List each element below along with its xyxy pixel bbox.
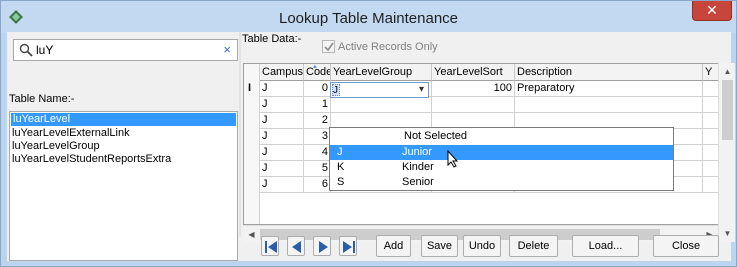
dropdown-option-junior[interactable]: J Junior xyxy=(330,145,673,160)
lookup-table-window: Lookup Table Maintenance ✕ luY × Table N… xyxy=(0,0,737,267)
table-list[interactable]: luYearLevel luYearLevelExternalLink luYe… xyxy=(9,111,238,261)
table-list-item[interactable]: luYearLevelExternalLink xyxy=(10,127,237,140)
option-key: J xyxy=(337,146,343,158)
option-label: Kinder xyxy=(402,161,434,173)
add-button[interactable]: Add xyxy=(376,235,411,257)
grid-cell[interactable]: J xyxy=(260,113,304,129)
yearlevelgroup-dropdown: Not Selected J Junior K Kinder S Senior xyxy=(329,127,674,191)
column-header-campus[interactable]: Campus xyxy=(260,64,304,81)
grid-cell[interactable]: J xyxy=(260,129,304,145)
active-records-checkbox[interactable] xyxy=(322,40,335,53)
active-records-label: Active Records Only xyxy=(338,41,438,53)
grid-cell[interactable]: 6 xyxy=(304,177,331,193)
load-button[interactable]: Load... xyxy=(572,235,639,257)
grid-cell[interactable]: J xyxy=(260,81,304,97)
option-key: K xyxy=(337,161,345,173)
previous-record-icon xyxy=(292,241,301,253)
client-area: luY × Table Name:- luYearLevel luYearLev… xyxy=(7,32,735,261)
combo-value: J xyxy=(332,84,340,96)
clear-search-icon[interactable]: × xyxy=(223,42,231,57)
grid-cell[interactable]: 100 xyxy=(432,81,515,97)
column-header-yearlevelgroup[interactable]: YearLevelGroup xyxy=(331,64,432,81)
save-button[interactable]: Save xyxy=(421,235,458,257)
grid-cell[interactable]: 1 xyxy=(304,97,331,113)
first-record-icon xyxy=(265,241,277,253)
option-label: Senior xyxy=(402,176,434,188)
scroll-left-icon[interactable]: ◀ xyxy=(243,226,260,243)
pane-splitter[interactable] xyxy=(239,32,241,237)
column-header-yearlevelsort[interactable]: YearLevelSort xyxy=(432,64,515,81)
title-bar: Lookup Table Maintenance ✕ xyxy=(1,1,736,33)
grid-cell[interactable]: J xyxy=(260,145,304,161)
column-header-description[interactable]: Description xyxy=(515,64,703,81)
grid-cell[interactable]: 2 xyxy=(304,113,331,129)
dropdown-option-kinder[interactable]: K Kinder xyxy=(330,160,673,175)
grid-cell[interactable]: Preparatory xyxy=(515,81,703,97)
sort-ascending-icon: ▲ xyxy=(312,64,318,70)
table-list-item[interactable]: luYearLevelStudentReportsExtra xyxy=(10,153,237,166)
search-input[interactable]: luY × xyxy=(13,39,238,61)
option-label: Junior xyxy=(402,146,432,158)
last-record-button[interactable] xyxy=(339,236,357,256)
grid-cell[interactable]: 3 xyxy=(304,129,331,145)
undo-button[interactable]: Undo xyxy=(463,235,501,257)
next-record-icon xyxy=(319,241,328,253)
scroll-up-icon[interactable]: ▲ xyxy=(719,63,736,80)
grid-cell[interactable]: 0 xyxy=(304,81,331,97)
current-row-indicator: I xyxy=(248,82,252,94)
vertical-scroll-thumb[interactable] xyxy=(722,80,733,140)
previous-record-button[interactable] xyxy=(287,236,305,256)
dropdown-option-not-selected[interactable]: Not Selected xyxy=(330,129,673,144)
delete-button[interactable]: Delete xyxy=(509,235,558,257)
table-list-item[interactable]: luYearLevel xyxy=(11,113,236,126)
table-list-item[interactable]: luYearLevelGroup xyxy=(10,140,237,153)
search-value: luY xyxy=(36,43,54,57)
close-button[interactable]: Close xyxy=(653,235,719,257)
grid-cell[interactable] xyxy=(515,97,703,113)
grid-cell[interactable]: J xyxy=(260,177,304,193)
grid-cell[interactable] xyxy=(432,97,515,113)
search-icon xyxy=(19,43,33,57)
window-title: Lookup Table Maintenance xyxy=(278,10,459,27)
yearlevelgroup-combo[interactable]: J ▾ xyxy=(330,82,429,98)
mouse-cursor-icon xyxy=(447,149,459,171)
dropdown-option-senior[interactable]: S Senior xyxy=(330,175,673,190)
option-key: S xyxy=(337,176,345,188)
scroll-down-icon[interactable]: ▼ xyxy=(719,225,736,242)
last-record-icon xyxy=(343,241,355,253)
grid-cell[interactable] xyxy=(331,97,432,113)
row-indicator-column xyxy=(244,64,260,224)
grid-cell[interactable]: J xyxy=(260,97,304,113)
grid-cell[interactable]: 4 xyxy=(304,145,331,161)
grid-cell[interactable]: J xyxy=(260,161,304,177)
vertical-scrollbar[interactable]: ▲ ▼ xyxy=(718,63,735,242)
table-name-label: Table Name:- xyxy=(9,93,75,105)
option-label: Not Selected xyxy=(404,130,467,142)
first-record-button[interactable] xyxy=(261,236,279,256)
grid-cell[interactable]: 5 xyxy=(304,161,331,177)
window-close-button[interactable]: ✕ xyxy=(692,1,732,21)
next-record-button[interactable] xyxy=(313,236,331,256)
chevron-down-icon[interactable]: ▾ xyxy=(419,84,424,95)
table-data-label: Table Data:- xyxy=(242,33,302,45)
